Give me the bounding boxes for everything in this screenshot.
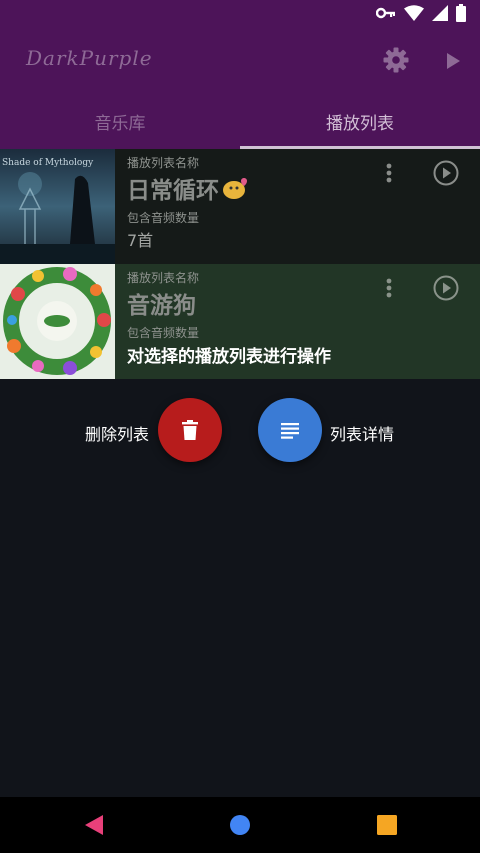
delete-playlist-button[interactable] <box>158 398 222 462</box>
emoji-chick-icon <box>223 178 247 199</box>
list-icon <box>281 423 299 439</box>
status-icons <box>376 4 466 22</box>
playlist-cover <box>0 264 115 379</box>
app-title: DarkPurple <box>26 46 153 70</box>
app-bar: DarkPurple 音乐库 播放列表 <box>0 0 480 150</box>
playlist-name-text: 日常循环 <box>127 178 219 204</box>
key-icon <box>376 7 395 19</box>
play-circle-icon <box>433 275 459 301</box>
playlist-row[interactable]: Shade of Mythology 播放列表名称 日常循环 包含音频数量 7首 <box>0 149 480 264</box>
selection-hint: 对选择的播放列表进行操作 <box>127 347 331 367</box>
playlist-count: 7首 <box>127 231 154 250</box>
play-playlist-button[interactable] <box>432 159 460 187</box>
more-vert-icon <box>386 163 392 183</box>
status-bar <box>0 0 480 28</box>
signal-icon <box>432 5 448 21</box>
more-options-button[interactable] <box>378 276 400 300</box>
playlist-name: 音游狗 <box>127 293 196 319</box>
playlist-detail-label[interactable]: 列表详情 <box>330 421 394 445</box>
trash-icon <box>182 420 198 440</box>
nav-back-button[interactable] <box>82 813 106 837</box>
nav-recents-button[interactable] <box>375 813 399 837</box>
more-vert-icon <box>386 278 392 298</box>
more-options-button[interactable] <box>378 161 400 185</box>
playlist-name-label: 播放列表名称 <box>127 271 200 285</box>
play-circle-icon <box>433 160 459 186</box>
play-button[interactable] <box>442 50 464 72</box>
recents-square-icon <box>377 815 397 835</box>
home-circle-icon <box>230 815 250 835</box>
nav-home-button[interactable] <box>228 813 252 837</box>
battery-icon <box>456 4 466 22</box>
tab-playlists[interactable]: 播放列表 <box>240 92 480 150</box>
playlist-name-label: 播放列表名称 <box>127 156 200 170</box>
gear-icon <box>383 47 409 73</box>
play-icon <box>447 53 460 69</box>
system-navigation-bar <box>0 797 480 853</box>
app-screen: DarkPurple 音乐库 播放列表 Shade of Mythology 播… <box>0 0 480 853</box>
playlist-row[interactable]: 播放列表名称 音游狗 包含音频数量 对选择的播放列表进行操作 <box>0 264 480 379</box>
playlist-detail-button[interactable] <box>258 398 322 462</box>
playlist-count-label: 包含音频数量 <box>127 326 200 340</box>
tab-bar: 音乐库 播放列表 <box>0 92 480 150</box>
back-triangle-icon <box>85 815 103 835</box>
cover-text: Shade of Mythology <box>2 158 94 168</box>
wifi-icon <box>404 5 424 21</box>
playlist-cover: Shade of Mythology <box>0 149 115 264</box>
playlist-count-label: 包含音频数量 <box>127 211 200 225</box>
delete-playlist-label[interactable]: 删除列表 <box>85 421 149 445</box>
tab-music-library[interactable]: 音乐库 <box>0 92 240 150</box>
play-playlist-button[interactable] <box>432 274 460 302</box>
playlist-name: 日常循环 <box>127 171 249 205</box>
settings-button[interactable] <box>382 46 410 74</box>
